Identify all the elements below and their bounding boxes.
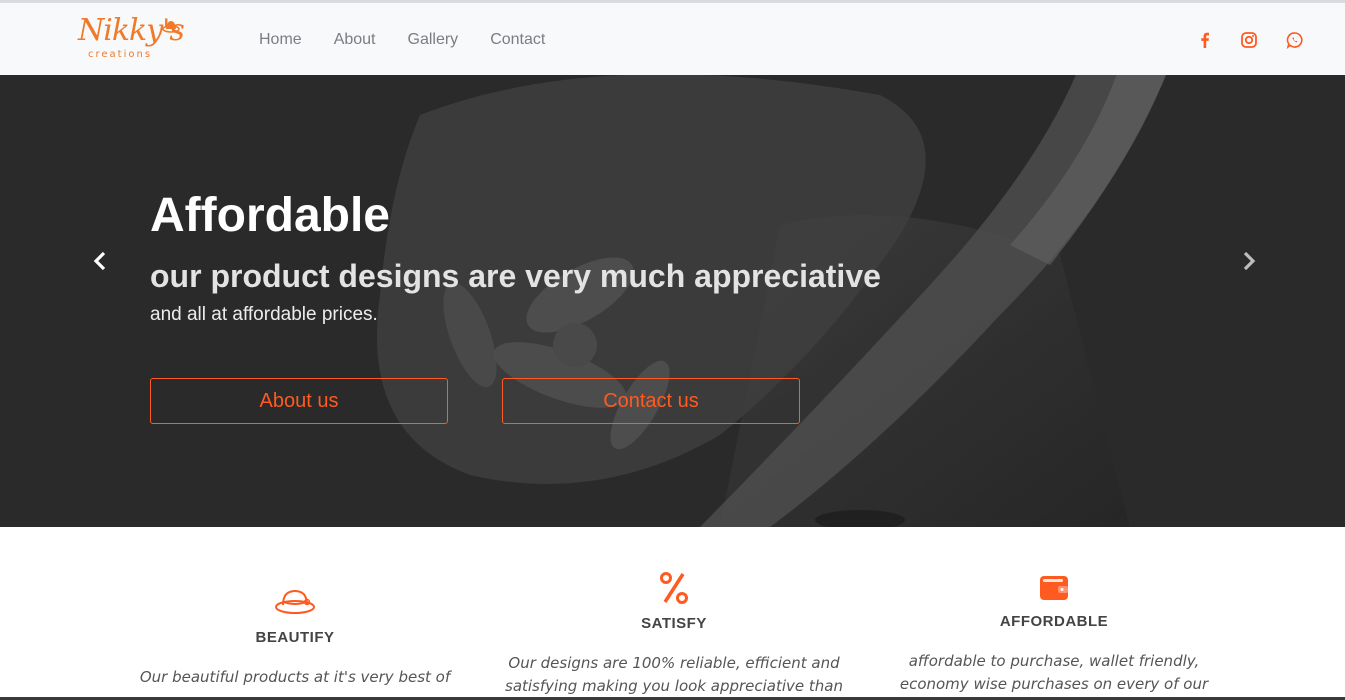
feature-beautify: BEAUTIFY Our beautiful products at it's … [125,585,465,689]
hero-subtitle: our product designs are very much apprec… [150,258,881,294]
hat-icon [275,589,315,614]
contact-us-button[interactable]: Contact us [502,378,800,424]
feature-title-affordable: AFFORDABLE [999,613,1109,630]
feature-text-satisfy: Our designs are 100% reliable, efficient… [505,654,843,695]
nav-link-contact[interactable]: Contact [490,31,545,49]
feature-affordable: AFFORDABLE affordable to purchase, walle… [884,573,1224,696]
wallet-icon [1040,576,1068,600]
percent-icon [660,572,688,604]
logo-hat-icon [162,21,180,33]
main-nav: Home About Gallery Contact [259,31,577,49]
brand-logo[interactable]: Nikky's creations [78,13,188,67]
carousel-next-icon[interactable] [1236,249,1260,273]
feature-text-beautify: Our beautiful products at it's very best… [139,668,451,686]
nav-link-home[interactable]: Home [259,31,302,49]
navbar: Nikky's creations Home About Gallery Con… [0,3,1345,75]
facebook-icon[interactable] [1196,31,1214,49]
about-us-button[interactable]: About us [150,378,448,424]
features-section: BEAUTIFY Our beautiful products at it's … [0,527,1345,700]
feature-text-affordable: affordable to purchase, wallet friendly,… [899,652,1209,693]
hero-background-image [0,75,1345,527]
hero-carousel: Affordable our product designs are very … [0,75,1345,527]
instagram-icon[interactable] [1240,31,1258,49]
whatsapp-icon[interactable] [1286,31,1304,49]
hero-title: Affordable [150,189,390,242]
feature-title-beautify: BEAUTIFY [255,629,335,646]
feature-title-satisfy: SATISFY [641,615,707,632]
logo-subtext: creations [88,49,153,60]
nav-link-gallery[interactable]: Gallery [408,31,459,49]
carousel-prev-icon[interactable] [89,249,113,273]
feature-satisfy: SATISFY Our designs are 100% reliable, e… [504,571,844,698]
nav-link-about[interactable]: About [334,31,376,49]
hero-caption: and all at affordable prices. [150,304,378,325]
